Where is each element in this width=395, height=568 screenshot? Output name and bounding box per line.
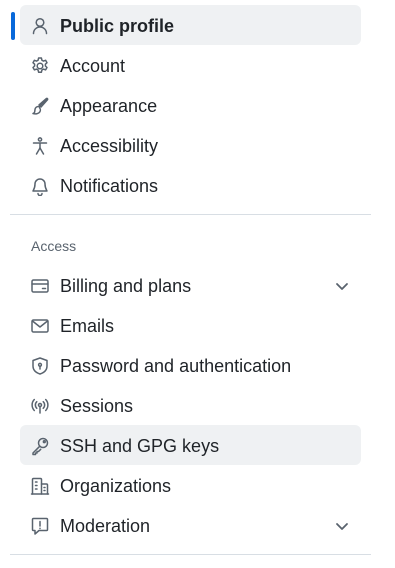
sidebar-item-emails[interactable]: Emails — [20, 305, 361, 345]
credit-card-icon — [30, 276, 50, 296]
sidebar-item-label: Sessions — [60, 396, 134, 416]
sidebar-item-label: Billing and plans — [60, 276, 192, 296]
sidebar-item-label: Emails — [60, 316, 115, 336]
sidebar-item-public-profile[interactable]: Public profile — [20, 5, 361, 45]
sidebar-item-label: Appearance — [60, 96, 158, 116]
section-divider — [10, 554, 371, 555]
shield-lock-icon — [30, 356, 50, 376]
active-indicator — [11, 12, 15, 40]
sidebar-item-label: Password and authentication — [60, 356, 292, 376]
organization-icon — [30, 476, 50, 496]
mail-icon — [30, 316, 50, 336]
sidebar-item-password[interactable]: Password and authentication — [20, 345, 361, 385]
sidebar-item-label: Accessibility — [60, 136, 159, 156]
sidebar-item-ssh-gpg-keys[interactable]: SSH and GPG keys — [20, 425, 361, 465]
sidebar-item-moderation[interactable]: Moderation — [20, 505, 361, 545]
sidebar-item-label: Moderation — [60, 516, 151, 536]
bell-icon — [30, 176, 50, 196]
settings-sidebar: Public profile Account Appearance Access… — [0, 0, 395, 568]
sidebar-item-label: SSH and GPG keys — [60, 436, 220, 456]
sidebar-item-label: Account — [60, 56, 126, 76]
accessibility-icon — [30, 136, 50, 156]
sidebar-item-organizations[interactable]: Organizations — [20, 465, 361, 505]
sidebar-item-billing[interactable]: Billing and plans — [20, 265, 361, 305]
sidebar-item-label: Public profile — [60, 16, 175, 36]
sidebar-item-sessions[interactable]: Sessions — [20, 385, 361, 425]
gear-icon — [30, 56, 50, 76]
sidebar-item-notifications[interactable]: Notifications — [20, 165, 361, 205]
sidebar-item-account[interactable]: Account — [20, 45, 361, 85]
paintbrush-icon — [30, 96, 50, 116]
sidebar-item-accessibility[interactable]: Accessibility — [20, 125, 361, 165]
broadcast-icon — [30, 396, 50, 416]
report-icon — [30, 516, 50, 536]
person-icon — [30, 16, 50, 36]
sidebar-item-appearance[interactable]: Appearance — [20, 85, 361, 125]
chevron-down-icon[interactable] — [333, 517, 351, 535]
key-icon — [30, 436, 50, 456]
section-heading-access: Access — [31, 238, 77, 254]
sidebar-item-label: Organizations — [60, 476, 172, 496]
sidebar-item-label: Notifications — [60, 176, 159, 196]
chevron-down-icon[interactable] — [333, 277, 351, 295]
section-divider — [10, 214, 371, 215]
